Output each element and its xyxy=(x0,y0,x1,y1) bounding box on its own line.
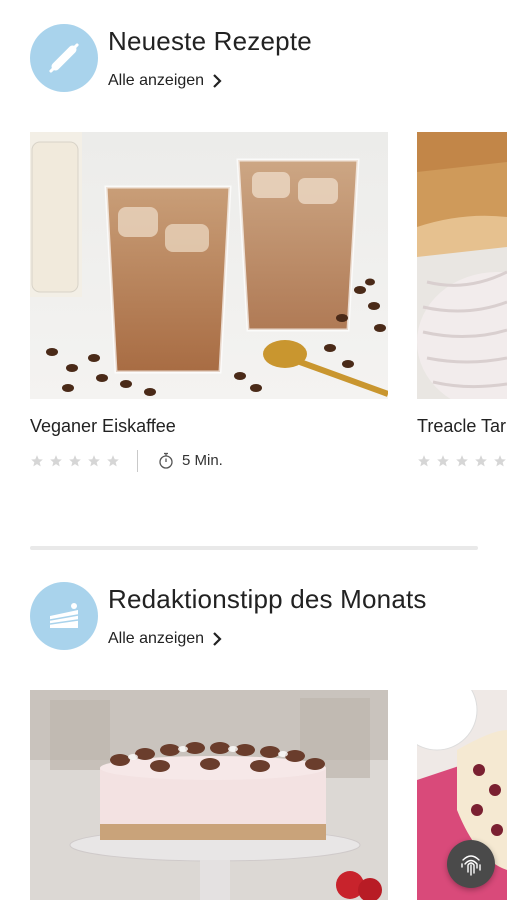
star-icon xyxy=(456,455,468,467)
rating-stars xyxy=(30,454,120,468)
prep-time-label: 5 Min. xyxy=(182,452,223,469)
prep-time: 5 Min. xyxy=(158,452,223,469)
star-icon xyxy=(494,455,506,467)
see-all-link[interactable]: Alle anzeigen xyxy=(108,630,222,648)
recipe-card[interactable]: Veganer Eiskaffee 5 Min. xyxy=(30,132,388,477)
see-all-label: Alle anzeigen xyxy=(108,72,205,89)
see-all-label: Alle anzeigen xyxy=(108,630,205,647)
fingerprint-button[interactable] xyxy=(447,840,495,888)
rating-stars xyxy=(417,454,507,468)
recipe-card[interactable]: Treacle Tar xyxy=(417,132,507,477)
recipe-image xyxy=(30,132,388,399)
recipe-image xyxy=(417,132,507,399)
section-title: Neueste Rezepte xyxy=(108,26,312,56)
star-icon xyxy=(475,455,487,467)
rolling-pin-icon xyxy=(49,43,79,73)
star-icon xyxy=(418,455,430,467)
cake-slice-badge xyxy=(30,582,98,650)
star-icon xyxy=(69,455,81,467)
meta-divider xyxy=(137,450,138,472)
rolling-pin-badge xyxy=(30,24,98,92)
chevron-right-icon xyxy=(213,74,222,88)
recipe-title: Treacle Tar xyxy=(417,416,507,436)
see-all-link[interactable]: Alle anzeigen xyxy=(108,72,222,90)
cake-slice-icon xyxy=(49,603,79,628)
star-icon xyxy=(31,455,43,467)
stopwatch-icon xyxy=(159,452,173,469)
section-editors-pick: Redaktionstipp des Monats Alle anzeigen xyxy=(0,560,507,900)
recipe-card[interactable] xyxy=(30,690,388,900)
fingerprint-icon xyxy=(461,855,481,876)
section-latest-recipes: Neueste Rezepte Alle anzeigen Veganer Ei… xyxy=(0,0,507,520)
section-title: Redaktionstipp des Monats xyxy=(108,584,427,614)
section-divider xyxy=(30,546,478,550)
recipe-title: Veganer Eiskaffee xyxy=(30,416,176,436)
star-icon xyxy=(107,455,119,467)
star-icon xyxy=(437,455,449,467)
star-icon xyxy=(50,455,62,467)
chevron-right-icon xyxy=(213,632,222,646)
star-icon xyxy=(88,455,100,467)
recipe-image xyxy=(30,690,388,900)
